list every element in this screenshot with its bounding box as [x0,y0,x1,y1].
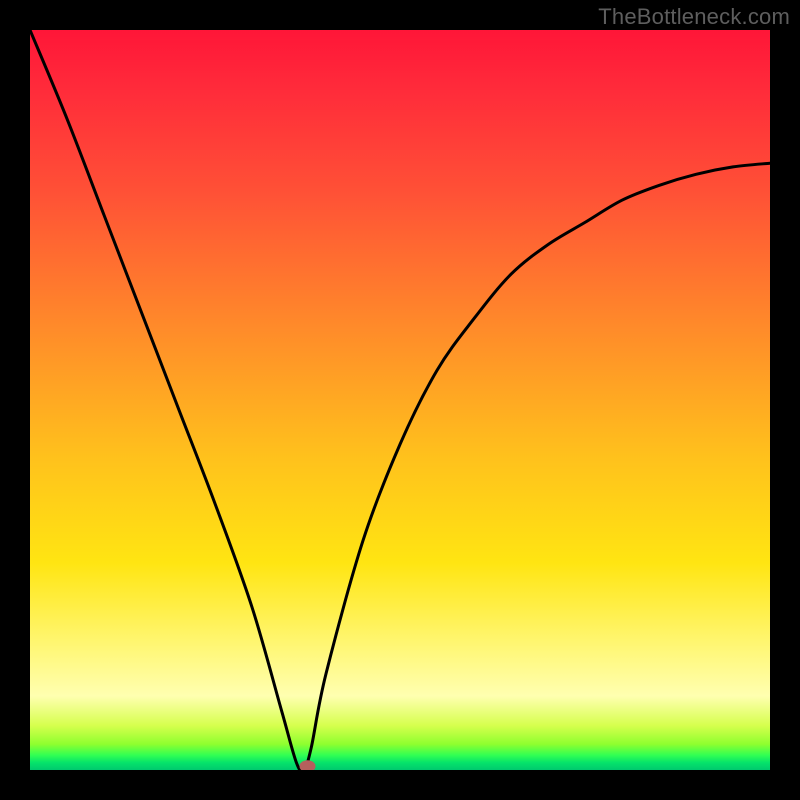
plot-area [30,30,770,770]
chart-frame: TheBottleneck.com [0,0,800,800]
bottleneck-curve [30,30,770,770]
optimum-marker [300,760,316,770]
curve-layer [30,30,770,770]
watermark-text: TheBottleneck.com [598,4,790,30]
